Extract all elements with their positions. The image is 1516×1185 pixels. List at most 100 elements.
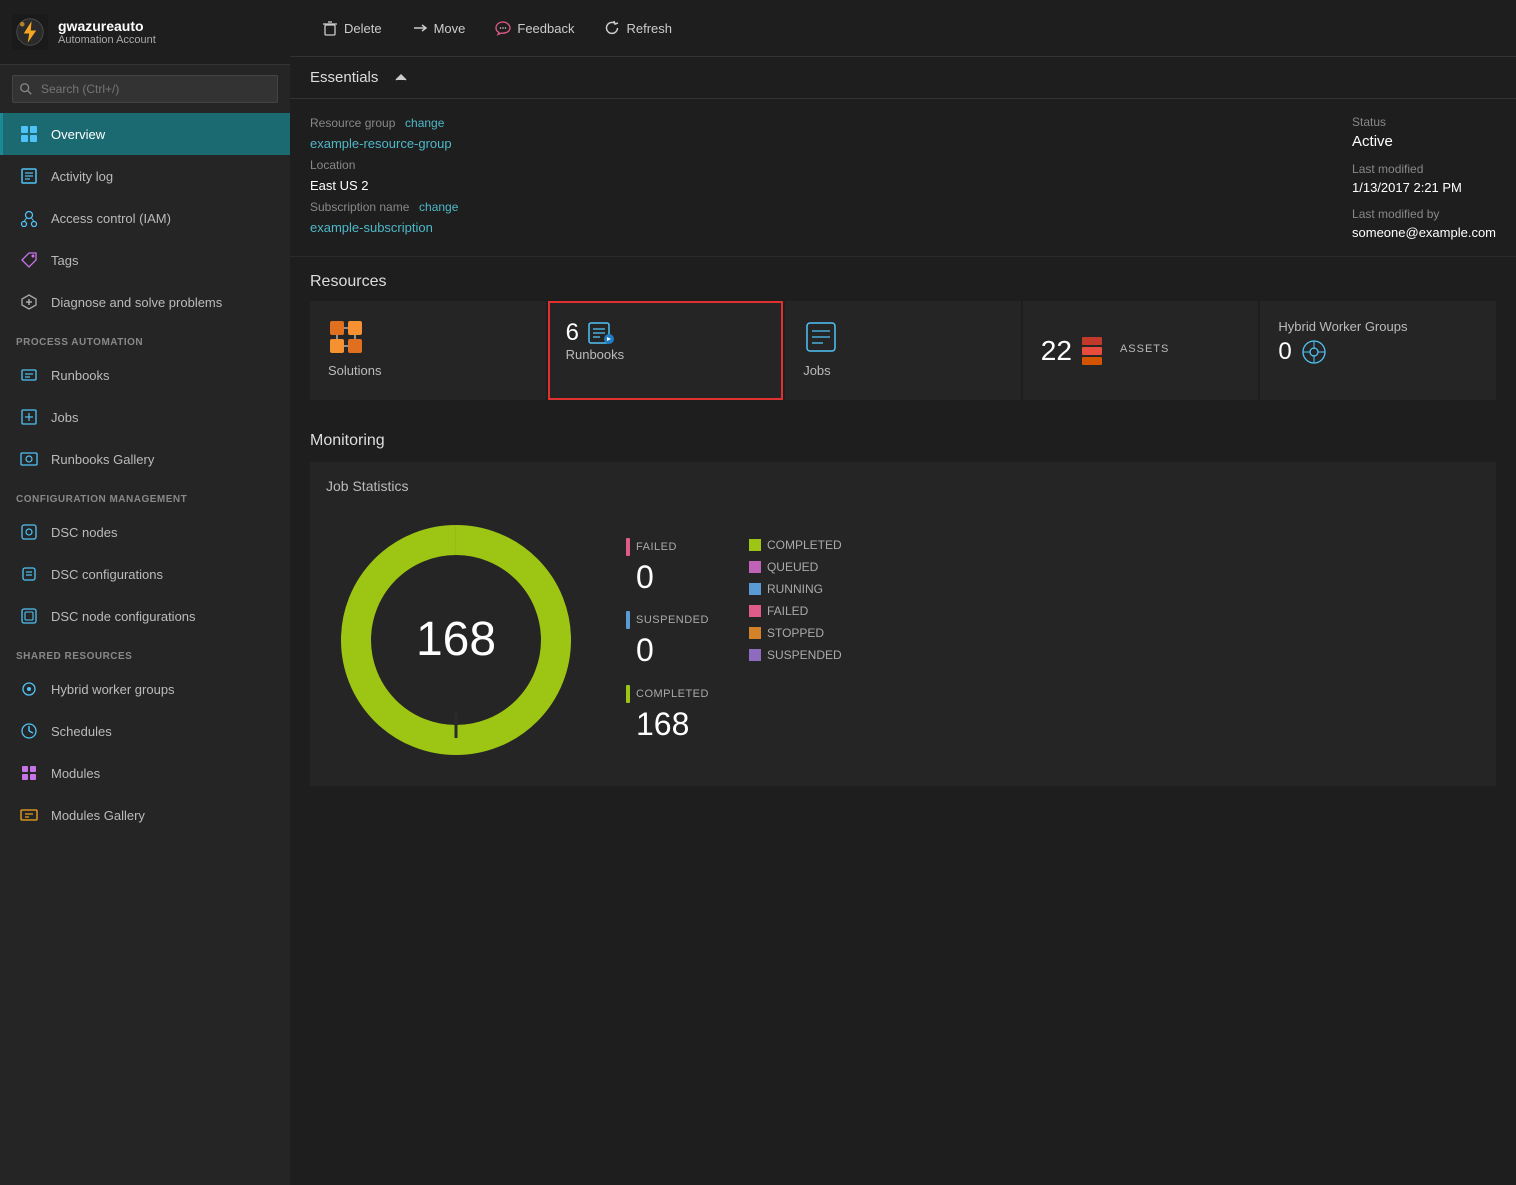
app-name: gwazureauto	[58, 18, 156, 34]
sidebar-item-label: DSC node configurations	[51, 609, 196, 624]
sidebar-item-label: Diagnose and solve problems	[51, 295, 222, 310]
legend-queued: QUEUED	[749, 560, 842, 574]
delete-icon	[322, 20, 338, 36]
runbooks-label: Runbooks	[566, 347, 625, 362]
search-input[interactable]	[12, 75, 278, 103]
legend-running-dot	[749, 583, 761, 595]
runbooks-icon	[19, 365, 39, 385]
sidebar-item-overview[interactable]: Overview	[0, 113, 290, 155]
stat-item-completed: COMPLETED 168	[626, 685, 709, 742]
completed-bar-label: COMPLETED	[626, 685, 709, 703]
subscription-change[interactable]: change	[419, 200, 458, 214]
legend-completed-label: COMPLETED	[767, 538, 842, 552]
legend-suspended-dot	[749, 649, 761, 661]
resource-card-jobs[interactable]: Jobs	[785, 301, 1021, 400]
refresh-label: Refresh	[626, 21, 672, 36]
sidebar-item-jobs[interactable]: Jobs	[0, 396, 290, 438]
runbooks-count: 6	[566, 319, 579, 347]
activity-icon	[19, 166, 39, 186]
suspended-color-bar	[626, 611, 630, 629]
resource-group-row: Resource group change	[310, 115, 458, 130]
failed-color-bar	[626, 538, 630, 556]
legend-failed-label: FAILED	[767, 604, 808, 618]
resource-card-hybrid[interactable]: Hybrid Worker Groups 0	[1260, 301, 1496, 400]
sidebar-item-diagnose[interactable]: Diagnose and solve problems	[0, 281, 290, 323]
stats-col-legend: COMPLETED QUEUED RUNNING	[749, 538, 842, 742]
suspended-bar-label: SUSPENDED	[626, 611, 709, 629]
sidebar-item-label: Schedules	[51, 724, 112, 739]
hybrid-count-row: 0	[1278, 338, 1327, 366]
monitoring-section: Monitoring Job Statistics	[290, 416, 1516, 802]
sidebar-item-dsc-node-configurations[interactable]: DSC node configurations	[0, 595, 290, 637]
dsc-node-config-icon	[19, 606, 39, 626]
sidebar-item-runbooks[interactable]: Runbooks	[0, 354, 290, 396]
collapse-icon[interactable]	[394, 71, 408, 85]
sidebar-item-hybrid-worker-groups[interactable]: Hybrid worker groups	[0, 668, 290, 710]
legend-suspended-label: SUSPENDED	[767, 648, 842, 662]
completed-value: 168	[636, 707, 709, 742]
dsc-config-icon	[19, 564, 39, 584]
runbooks-card-icon	[587, 319, 615, 347]
resource-card-solutions[interactable]: Solutions	[310, 301, 546, 400]
delete-label: Delete	[344, 21, 382, 36]
feedback-button[interactable]: Feedback	[483, 14, 586, 42]
sidebar-item-schedules[interactable]: Schedules	[0, 710, 290, 752]
stats-col-left: FAILED 0 SUSPENDED 0	[626, 538, 709, 742]
sidebar-item-modules-gallery[interactable]: Modules Gallery	[0, 794, 290, 836]
resource-card-runbooks[interactable]: 6 Runbooks	[548, 301, 784, 400]
legend-suspended: SUSPENDED	[749, 648, 842, 662]
sidebar-item-label: Jobs	[51, 410, 78, 425]
status-value: Active	[1352, 133, 1496, 150]
sidebar-item-dsc-nodes[interactable]: DSC nodes	[0, 511, 290, 553]
delete-button[interactable]: Delete	[310, 14, 394, 42]
resource-card-assets[interactable]: 22 ASSETS	[1023, 301, 1259, 400]
move-icon	[412, 20, 428, 36]
hybrid-icon	[19, 679, 39, 699]
sidebar-item-label: Runbooks Gallery	[51, 452, 154, 467]
assets-icon-stack	[1082, 337, 1102, 365]
resource-group-change[interactable]: change	[405, 116, 444, 130]
dsc-nodes-icon	[19, 522, 39, 542]
job-stats-card: Job Statistics 168	[310, 462, 1496, 786]
move-button[interactable]: Move	[400, 14, 478, 42]
resource-group-label: Resource group	[310, 116, 395, 130]
sidebar-item-label: DSC configurations	[51, 567, 163, 582]
last-modified-by-label: Last modified by	[1352, 207, 1496, 221]
failed-bar-label: FAILED	[626, 538, 709, 556]
sidebar-nav: Overview Activity log Access control (IA…	[0, 113, 290, 1185]
jobs-icon	[19, 407, 39, 427]
location-row: Location	[310, 157, 458, 172]
tags-icon	[19, 250, 39, 270]
sidebar-item-label: Hybrid worker groups	[51, 682, 175, 697]
toolbar: Delete Move Feedback Refresh	[290, 0, 1516, 57]
resources-title: Resources	[290, 257, 1516, 301]
jobs-card-icon	[803, 319, 839, 355]
sidebar-item-label: Activity log	[51, 169, 113, 184]
iam-icon	[19, 208, 39, 228]
suspended-value: 0	[636, 633, 709, 668]
refresh-button[interactable]: Refresh	[592, 14, 684, 42]
essentials-bar: Essentials	[290, 57, 1516, 99]
sidebar-item-tags[interactable]: Tags	[0, 239, 290, 281]
location-label: Location	[310, 158, 355, 172]
failed-label: FAILED	[636, 541, 677, 553]
resources-grid: Solutions 6 Runbooks	[290, 301, 1516, 416]
subscription-value[interactable]: example-subscription	[310, 220, 458, 235]
failed-value: 0	[636, 560, 709, 595]
sidebar-item-label: Access control (IAM)	[51, 211, 171, 226]
sidebar-item-activity-log[interactable]: Activity log	[0, 155, 290, 197]
refresh-icon	[604, 20, 620, 36]
diagnose-icon	[19, 292, 39, 312]
sidebar-item-dsc-configurations[interactable]: DSC configurations	[0, 553, 290, 595]
subscription-label: Subscription name	[310, 200, 409, 214]
search-container	[0, 65, 290, 113]
resource-group-value[interactable]: example-resource-group	[310, 136, 458, 151]
schedules-icon	[19, 721, 39, 741]
overview-icon	[19, 124, 39, 144]
sidebar-item-access-control[interactable]: Access control (IAM)	[0, 197, 290, 239]
sidebar-item-runbooks-gallery[interactable]: Runbooks Gallery	[0, 438, 290, 480]
legend-completed: COMPLETED	[749, 538, 842, 552]
donut-total: 168	[416, 616, 496, 664]
section-header-config-mgmt: CONFIGURATION MANAGEMENT	[0, 480, 290, 511]
sidebar-item-modules[interactable]: Modules	[0, 752, 290, 794]
